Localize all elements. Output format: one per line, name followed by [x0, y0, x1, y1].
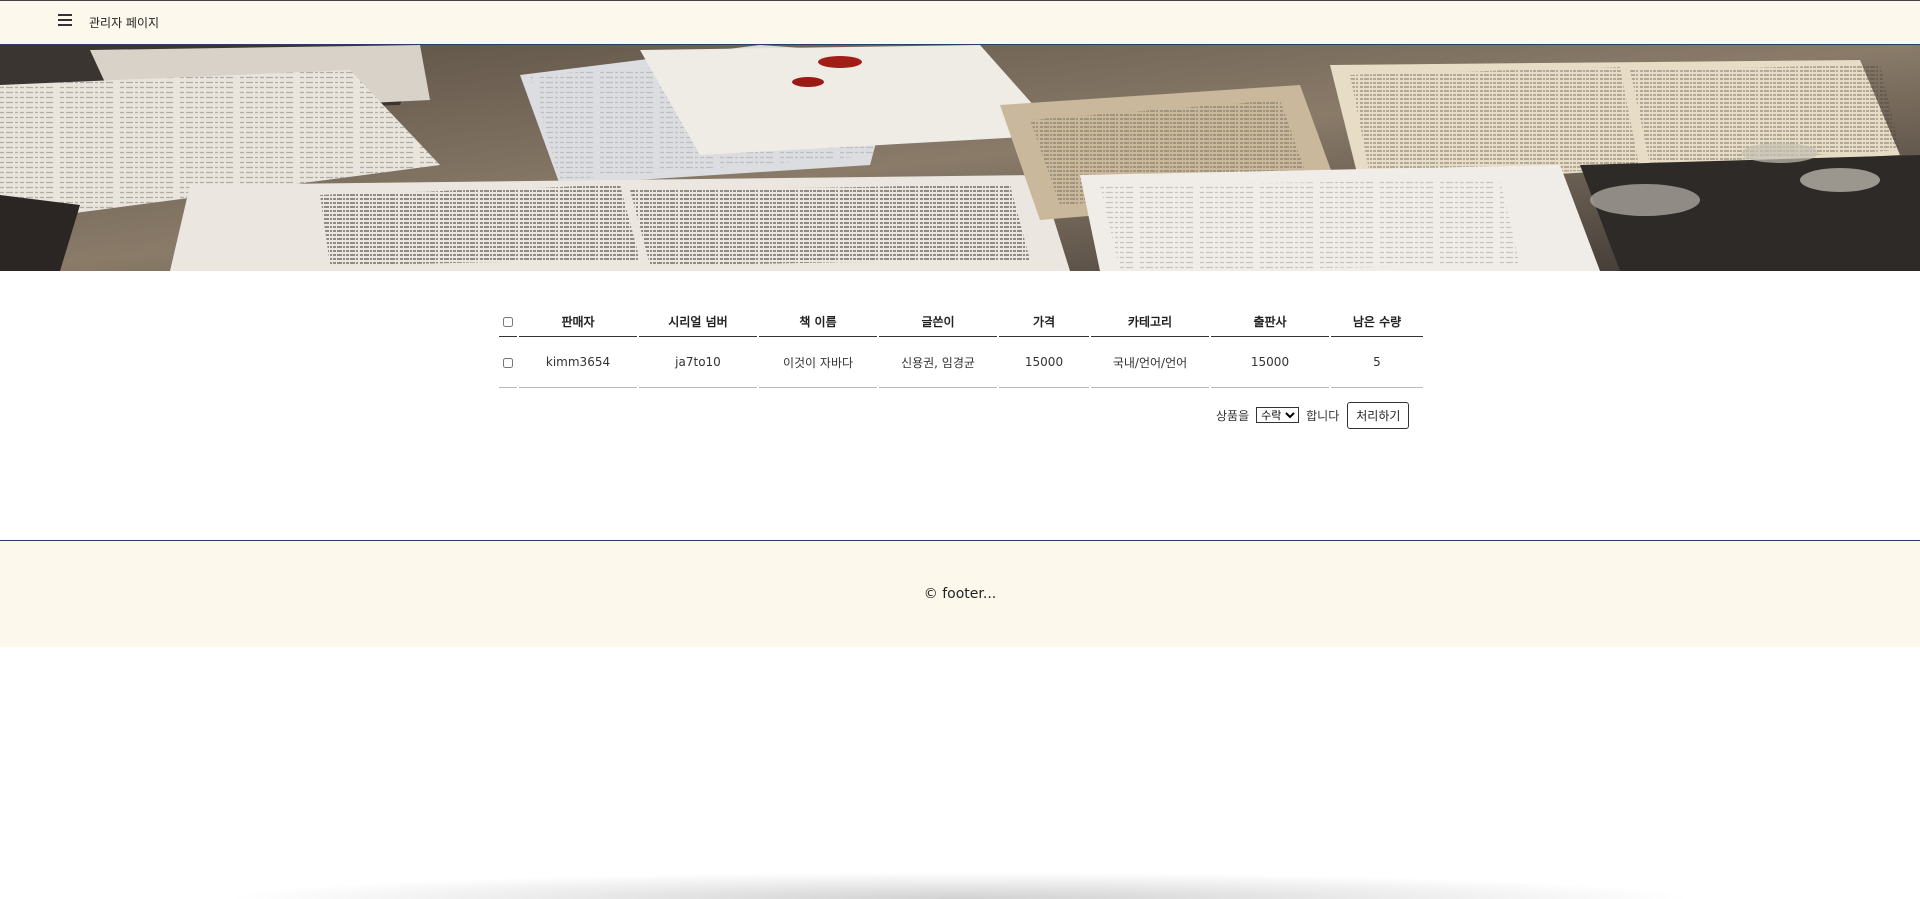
cell-serial: ja7to10: [639, 337, 757, 388]
top-navbar: 관리자 페이지: [0, 0, 1920, 45]
column-header-category: 카테고리: [1091, 306, 1209, 337]
action-suffix-label: 합니다: [1306, 408, 1340, 423]
action-prefix-label: 상품을: [1216, 408, 1250, 423]
column-header-author: 글쓴이: [879, 306, 997, 337]
column-header-publisher: 출판사: [1211, 306, 1329, 337]
product-table-container: 판매자 시리얼 넘버 책 이름 글쓴이 가격 카테고리 출판사 남은 수량 ki…: [497, 306, 1423, 388]
table-header-row: 판매자 시리얼 넘버 책 이름 글쓴이 가격 카테고리 출판사 남은 수량: [499, 306, 1423, 337]
process-button[interactable]: 처리하기: [1347, 401, 1410, 429]
column-header-remaining: 남은 수량: [1331, 306, 1423, 337]
footer-text: © footer...: [923, 586, 997, 602]
page-footer: © footer...: [0, 540, 1920, 647]
product-approval-table: 판매자 시리얼 넘버 책 이름 글쓴이 가격 카테고리 출판사 남은 수량 ki…: [497, 306, 1425, 388]
cell-book-name: 이것이 자바다: [759, 337, 877, 388]
row-checkbox[interactable]: [503, 357, 513, 368]
admin-page-title-link[interactable]: 관리자 페이지: [89, 14, 159, 31]
action-bar: 상품을 수락 합니다 처리하기: [1216, 401, 1410, 429]
column-header-serial: 시리얼 넘버: [639, 306, 757, 337]
select-all-header: [499, 306, 517, 337]
hamburger-menu-icon[interactable]: [58, 14, 72, 28]
cell-author: 신용권, 임경균: [879, 337, 997, 388]
cell-seller: kimm3654: [519, 337, 637, 388]
row-select-cell: [499, 337, 517, 388]
select-all-checkbox[interactable]: [503, 316, 513, 327]
hero-banner-image: [0, 45, 1920, 271]
cell-remaining: 5: [1331, 337, 1423, 388]
column-header-book-name: 책 이름: [759, 306, 877, 337]
column-header-price: 가격: [999, 306, 1089, 337]
action-select[interactable]: 수락: [1256, 407, 1300, 423]
table-row: kimm3654 ja7to10 이것이 자바다 신용권, 임경균 15000 …: [499, 337, 1423, 388]
column-header-seller: 판매자: [519, 306, 637, 337]
bottom-shadow-decoration: [220, 872, 1700, 899]
cell-publisher: 15000: [1211, 337, 1329, 388]
cell-price: 15000: [999, 337, 1089, 388]
cell-category: 국내/언어/언어: [1091, 337, 1209, 388]
